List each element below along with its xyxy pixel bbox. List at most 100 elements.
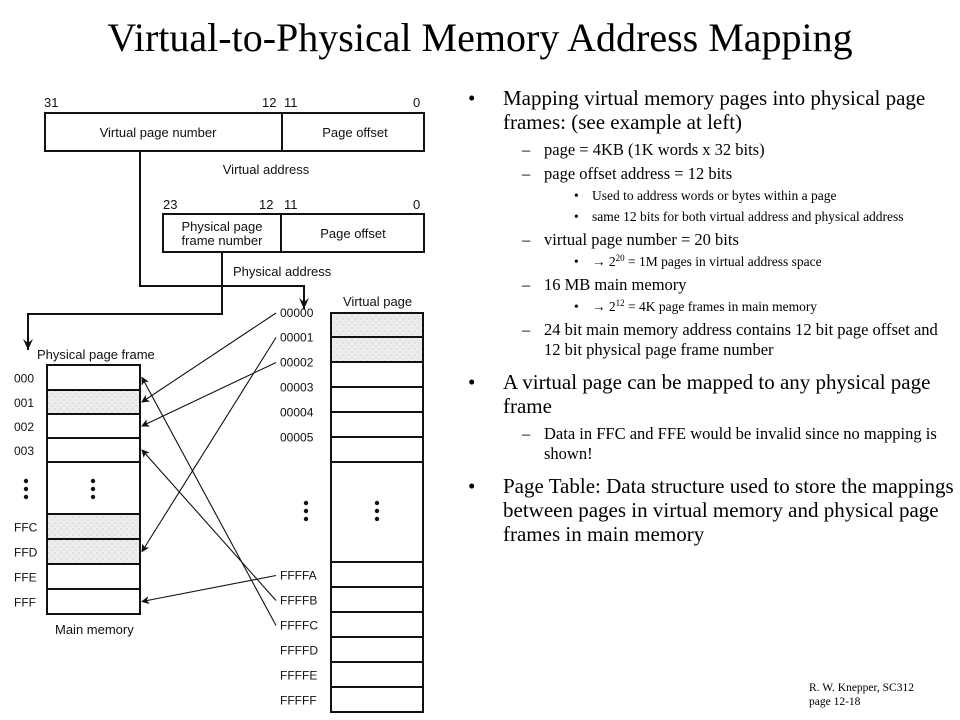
bullet-level-2: –24 bit main memory address contains 12 … — [462, 320, 957, 360]
frame-002 — [46, 413, 141, 439]
virtual-page-00000 — [330, 312, 424, 338]
bullet-level-3: • Used to address words or bytes within a… — [462, 188, 957, 204]
right-arrow-icon: → — [592, 299, 609, 314]
bullet-level-2: – virtual page number = 20 bits — [462, 230, 957, 250]
virtual-page-00003 — [330, 386, 424, 413]
mapping-arrow-ffffb-to-003 — [141, 449, 277, 601]
slide-title: Virtual-to-Physical Memory Address Mappi… — [107, 15, 853, 60]
mapping-arrows — [141, 312, 277, 626]
virtual-page-label: 00004 — [280, 406, 314, 420]
virtual-page-00002 — [330, 361, 424, 388]
virtual-page-label: 00003 — [280, 381, 314, 395]
bullet-text: Mapping virtual memory pages into physic… — [503, 86, 926, 134]
footer: R. W. Knepper, SC312 page 12-18 — [809, 681, 914, 709]
pa-bit-label-0: 0 — [413, 197, 420, 212]
bullet-text: Data in FFC and FFE would be invalid sin… — [544, 424, 937, 463]
virtual-page-00001 — [330, 336, 424, 363]
virtual-page-label: 00002 — [280, 356, 314, 370]
bullet-dot-icon: • — [574, 188, 579, 203]
mapping-arrow-00002-to-002 — [141, 362, 277, 427]
bullet-text: Page Table: Data structure used to store… — [503, 474, 954, 546]
frame-label: 000 — [14, 372, 34, 386]
frame-ellipsis-icon — [90, 478, 96, 500]
bullet-level-1: • A virtual page can be mapped to any phy… — [462, 370, 957, 418]
virtual-page-label: FFFFF — [280, 694, 317, 708]
frame-label: FFE — [14, 571, 37, 585]
bullet-text: 16 MB main memory — [544, 275, 687, 294]
virtual-page-ffffc — [330, 611, 424, 638]
mapping-arrow-00001-to-ffd — [141, 337, 277, 553]
ppn-field-label-line1: Physical page — [182, 219, 263, 234]
dash-marker-icon: – — [522, 424, 531, 443]
bullet-level-3: • → 220 = 1M pages in virtual address spa… — [462, 254, 957, 270]
bullet-text: → 220 = 1M pages in virtual address spac… — [592, 253, 822, 270]
bullet-level-2: – Data in FFC and FFE would be invalid si… — [462, 424, 957, 464]
pa-offset-field-label: Page offset — [320, 226, 386, 241]
bullet-text: page = 4KB (1K words x 32 bits) — [544, 140, 765, 159]
vpn-field-label: Virtual page number — [100, 125, 218, 140]
frame-label-ellipsis-icon — [23, 478, 29, 500]
mapping-arrow-00000-to-001 — [141, 312, 277, 403]
dash-marker-icon: – — [522, 230, 531, 249]
frame-label: FFC — [14, 521, 38, 535]
bit-label-31: 31 — [44, 95, 58, 110]
bullet-text: → 212 = 4K page frames in main memory — [592, 298, 818, 315]
bullet-dot-icon: • — [574, 209, 579, 224]
main-memory-caption: Main memory — [55, 622, 134, 637]
virtual-page-fffff — [330, 686, 424, 713]
bullet-level-3: • → 212 = 4K page frames in main memory — [462, 299, 957, 315]
virtual-page-ffffe — [330, 661, 424, 688]
frame-label: 002 — [14, 420, 34, 434]
pa-bit-label-11: 11 — [284, 197, 298, 212]
bit-label-11: 11 — [284, 95, 298, 110]
bullet-level-1: • Mapping virtual memory pages into physi… — [462, 86, 957, 134]
virtual-page-label: FFFFB — [280, 594, 317, 608]
bit-label-12: 12 — [262, 95, 276, 110]
virtual-page-label: 00001 — [280, 331, 314, 345]
bullet-level-2: –16 MB main memory — [462, 275, 957, 295]
va-offset-field-label: Page offset — [322, 125, 388, 140]
virtual-page-heading: Virtual page — [343, 294, 412, 309]
physical-page-frame-heading: Physical page frame — [37, 347, 155, 362]
virtual-page-ffffa — [330, 561, 424, 588]
virtual-address-caption: Virtual address — [223, 162, 310, 177]
frame-label: FFF — [14, 596, 36, 610]
bullet-list: • Mapping virtual memory pages into physi… — [462, 86, 957, 552]
virtual-page-00004 — [330, 411, 424, 438]
virtual-page-label: 00000 — [280, 306, 314, 320]
dash-marker-icon: – — [522, 320, 531, 339]
frame-000 — [46, 364, 141, 391]
pa-bit-label-12: 12 — [259, 197, 273, 212]
frame-fff — [46, 588, 141, 615]
right-arrow-icon: → — [592, 254, 609, 269]
bit-label-0: 0 — [413, 95, 420, 110]
pa-bit-label-23: 23 — [163, 197, 177, 212]
ppn-to-frame-line — [23, 252, 223, 350]
virtual-page-table: 00000 00001 00002 00003 00004 00005 FFFFA FFFFB… — [280, 306, 424, 713]
frame-ffe — [46, 563, 141, 590]
virtual-page-label: FFFFC — [280, 619, 318, 633]
frame-label: FFD — [14, 546, 38, 560]
virtual-page-label: FFFFE — [280, 669, 317, 683]
bullet-text: same 12 bits for both virtual address an… — [592, 209, 904, 224]
main-memory: 000 001 002 003 FFC FFD FFE FFF — [14, 364, 141, 615]
frame-label: 003 — [14, 444, 34, 458]
physical-address-register: 23 12 11 0 Physical page frame number Pa… — [162, 197, 425, 279]
frame-003 — [46, 437, 141, 463]
bullet-text: virtual page number = 20 bits — [544, 230, 739, 249]
bullet-level-2: – page offset address = 12 bits — [462, 164, 957, 184]
footer-author: R. W. Knepper, SC312 — [809, 682, 914, 694]
physical-address-caption: Physical address — [233, 264, 332, 279]
virtual-page-00005 — [330, 436, 424, 463]
bullet-level-3: • same 12 bits for both virtual address a… — [462, 209, 957, 225]
dash-marker-icon: – — [522, 275, 531, 294]
bullet-text: Used to address words or bytes within a … — [592, 188, 837, 203]
bullet-text: page offset address = 12 bits — [544, 164, 733, 183]
dash-marker-icon: – — [522, 140, 531, 159]
bullet-level-1: • Page Table: Data structure used to stor… — [462, 474, 957, 546]
dash-marker-icon: – — [522, 164, 531, 183]
frame-ffd — [46, 538, 141, 565]
virtual-page-ffffb — [330, 586, 424, 613]
virtual-address-register: 31 12 11 0 Virtual page number Page offs… — [44, 95, 425, 177]
footer-page: page 12-18 — [809, 696, 861, 708]
